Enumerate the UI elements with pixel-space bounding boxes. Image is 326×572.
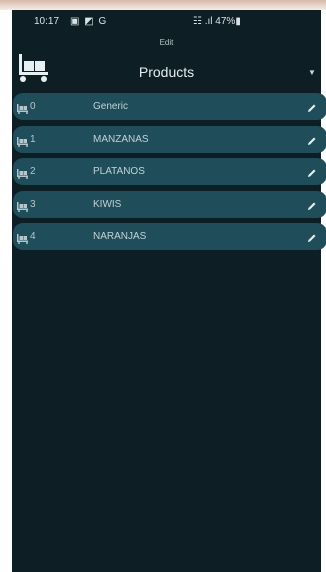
battery-signal-status: ☷ .ıl 47%▮: [193, 16, 241, 27]
cart-icon: [17, 166, 29, 184]
pencil-icon[interactable]: [307, 198, 317, 216]
app-screen: 10:17 ▣ ◩ G ☷ .ıl 47%▮ Edit Products ▼ 0…: [12, 10, 326, 572]
cart-icon: [17, 231, 29, 249]
product-id: 2: [30, 166, 36, 177]
product-id: 0: [30, 101, 36, 112]
notification-icons: ▣ ◩ G: [70, 16, 108, 27]
cart-icon: [17, 134, 29, 152]
cart-icon: [17, 101, 29, 119]
page-title: Products: [138, 64, 195, 80]
product-name: KIWIS: [93, 198, 122, 210]
pencil-icon[interactable]: [307, 230, 317, 248]
product-row-3[interactable]: 3 KIWIS: [13, 190, 326, 218]
camera-edge: [0, 0, 326, 10]
caret-down-icon[interactable]: ▼: [308, 68, 316, 77]
product-name: Generic: [93, 101, 129, 112]
cart-icon: [17, 199, 29, 217]
pencil-icon[interactable]: [307, 100, 317, 118]
product-row-0[interactable]: 0 Generic: [13, 93, 326, 120]
pencil-icon[interactable]: [307, 165, 317, 183]
product-name: NARANJAS: [93, 231, 147, 242]
status-bar: 10:17 ▣ ◩ G ☷ .ıl 47%▮: [12, 10, 321, 32]
product-row-1[interactable]: 1 MANZANAS: [13, 125, 326, 153]
product-list: 0 Generic 1 MANZANAS 2 PLATANOS 3 KIWIS …: [13, 93, 326, 256]
product-name: PLATANOS: [93, 166, 145, 177]
status-time: 10:17: [34, 16, 60, 27]
product-row-4[interactable]: 4 NARANJAS: [13, 223, 326, 250]
product-row-2[interactable]: 2 PLATANOS: [13, 158, 326, 185]
product-id: 3: [30, 198, 36, 210]
pencil-icon[interactable]: [307, 133, 317, 151]
product-name: MANZANAS: [93, 133, 149, 145]
edit-label[interactable]: Edit: [12, 38, 321, 47]
product-id: 4: [30, 231, 36, 242]
product-id: 1: [30, 133, 36, 145]
